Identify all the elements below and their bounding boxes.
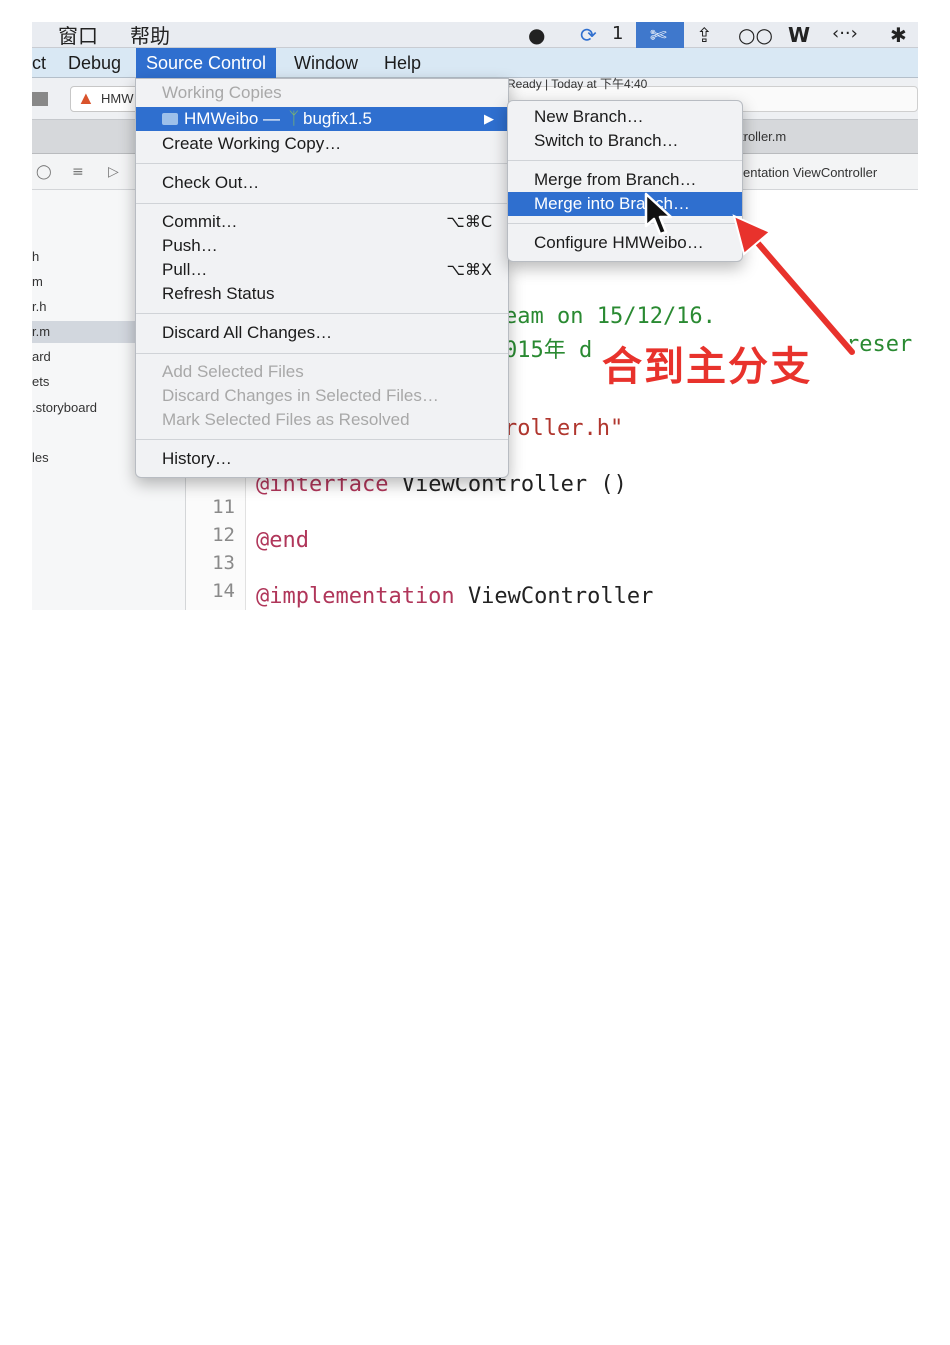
line-number: 15 <box>212 608 235 610</box>
mouse-pointer-icon <box>644 192 673 236</box>
menu-separator <box>136 353 508 354</box>
annotation-label: 合到主分支 <box>602 344 812 390</box>
nav-item[interactable]: les <box>32 447 49 469</box>
stop-button[interactable] <box>32 92 48 106</box>
diamond-icon[interactable]: ◯ <box>36 164 52 180</box>
branch-icon: ᛉ <box>288 109 299 128</box>
pull-label: Pull… <box>162 260 208 279</box>
menu-source-control[interactable]: Source Control <box>136 48 277 78</box>
menu-item-create-working-copy[interactable]: Create Working Copy… <box>136 132 508 156</box>
menu-item-configure[interactable]: Configure HMWeibo… <box>508 231 742 255</box>
menu-debug[interactable]: Debug <box>68 52 121 74</box>
menu-item-merge-into-branch[interactable]: Merge into Branch… <box>508 192 742 216</box>
scheme-selector[interactable]: ▲ HMW <box>70 86 140 112</box>
branch-submenu: New Branch… Switch to Branch… Merge from… <box>507 100 743 262</box>
system-menu-help[interactable]: 帮助 <box>130 22 170 49</box>
menu-item-pull[interactable]: Pull… ⌥⌘X <box>136 258 508 282</box>
branch-name: bugfix1.5 <box>302 109 372 128</box>
comment-line-copyright: 015年 d <box>504 338 593 363</box>
menu-separator <box>136 203 508 204</box>
comment-line-created: eam on 15/12/16. <box>504 304 716 329</box>
nav-item[interactable]: ets <box>32 371 49 393</box>
menu-item-commit[interactable]: Commit… ⌥⌘C <box>136 210 508 234</box>
menu-item-refresh-status[interactable]: Refresh Status <box>136 282 508 306</box>
line-number: 11 <box>212 496 235 518</box>
status-text: Ready | Today at 下午4:40 <box>507 77 648 91</box>
scissors-icon: ✄ <box>650 23 667 47</box>
menu-item-discard-all[interactable]: Discard All Changes… <box>136 321 508 345</box>
menu-item-switch-branch[interactable]: Switch to Branch… <box>508 129 742 153</box>
app-menu-bar: ct Debug Source Control Window Help <box>32 48 918 78</box>
tab-viewcontroller-m[interactable]: troller.m <box>740 129 786 144</box>
penguin-icon[interactable]: ● <box>528 23 545 47</box>
menu-item-history[interactable]: History… <box>136 447 508 471</box>
w-label[interactable]: W <box>788 23 810 47</box>
active-status-item[interactable]: ✄ <box>636 22 684 48</box>
menu-item-hmweibo-repo[interactable]: HMWeibo — ᛉ bugfix1.5 ▶ <box>136 107 508 131</box>
menu-item-discard-selected: Discard Changes in Selected Files… <box>162 386 439 405</box>
nav-item-storyboard[interactable]: .storyboard <box>32 397 97 419</box>
menu-item-check-out[interactable]: Check Out… <box>136 171 508 195</box>
nav-item-selected[interactable]: r.m <box>32 321 142 343</box>
menu-separator <box>508 223 742 224</box>
pull-shortcut: ⌥⌘X <box>446 260 492 279</box>
menu-separator <box>136 313 508 314</box>
line-number: 14 <box>212 580 235 602</box>
commit-label: Commit… <box>162 212 238 231</box>
menu-product[interactable]: ct <box>32 52 46 74</box>
app-icon: ▲ <box>77 88 95 108</box>
source-control-menu: Working Copies HMWeibo — ᛉ bugfix1.5 ▶ Cr… <box>135 78 509 478</box>
folder-icon <box>162 113 178 125</box>
tag-icon[interactable]: ▷ <box>108 164 119 180</box>
upload-icon[interactable]: ⇪ <box>696 23 713 47</box>
submenu-arrow-icon: ▶ <box>484 111 494 126</box>
menu-separator <box>136 439 508 440</box>
working-copies-header: Working Copies <box>162 83 282 102</box>
bluetooth-icon[interactable]: ✱ <box>890 23 907 47</box>
menu-item-merge-from-branch[interactable]: Merge from Branch… <box>508 168 742 192</box>
menu-separator <box>508 160 742 161</box>
nav-item[interactable]: h <box>32 246 39 268</box>
line-number: 13 <box>212 552 235 574</box>
line-number: 12 <box>212 524 235 546</box>
repo-name: HMWeibo — <box>184 109 281 128</box>
scheme-label: HMW <box>101 91 134 106</box>
menu-item-push[interactable]: Push… <box>136 234 508 258</box>
implementation-name: ViewController <box>467 584 654 609</box>
menu-item-new-branch[interactable]: New Branch… <box>508 105 742 129</box>
implementation-line: @implementation ViewController <box>256 584 653 609</box>
jump-bar-symbol[interactable]: entation ViewController <box>743 165 877 180</box>
menu-item-mark-resolved: Mark Selected Files as Resolved <box>162 410 410 429</box>
sync-icon[interactable]: ⟳ <box>580 23 597 47</box>
system-menu-window[interactable]: 窗口 <box>58 22 98 49</box>
code-icon[interactable]: ‹··› <box>832 23 858 44</box>
badge-count: 1 <box>612 23 624 44</box>
menu-item-add-selected: Add Selected Files <box>162 362 304 381</box>
nav-item[interactable]: ard <box>32 346 51 368</box>
nav-item[interactable]: r.h <box>32 296 46 318</box>
nav-item[interactable]: m <box>32 271 43 293</box>
end-line: @end <box>256 528 309 553</box>
menu-separator <box>136 163 508 164</box>
screenshot-region: 窗口 帮助 ● ⟳ 1 ✄ ⇪ ○○ W ‹··› ✱ ct Debug Sou… <box>32 22 918 610</box>
glasses-icon[interactable]: ○○ <box>738 23 773 47</box>
list-icon[interactable]: ≡ <box>72 164 84 180</box>
menu-window[interactable]: Window <box>294 52 358 74</box>
import-line: roller.h" <box>504 416 624 441</box>
system-menu-bar: 窗口 帮助 ● ⟳ 1 ✄ ⇪ ○○ W ‹··› ✱ <box>32 22 918 48</box>
implementation-keyword: @implementation <box>256 584 455 609</box>
commit-shortcut: ⌥⌘C <box>446 212 492 231</box>
menu-help[interactable]: Help <box>384 52 421 74</box>
